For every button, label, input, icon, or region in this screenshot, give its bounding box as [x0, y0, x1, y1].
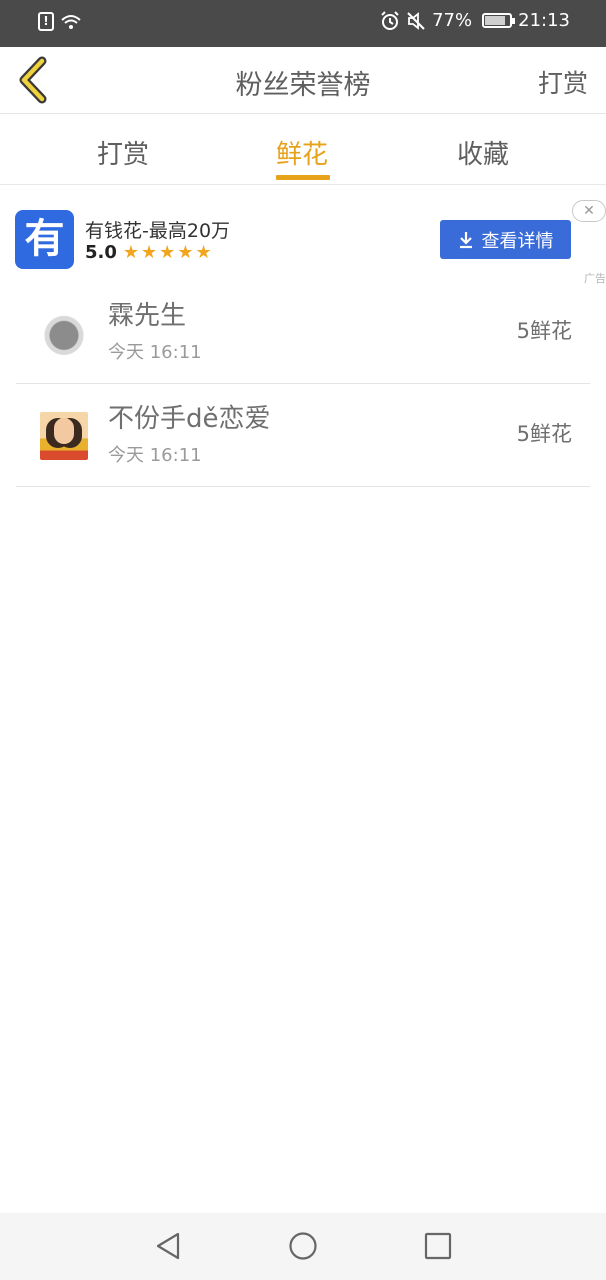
battery-percent: 77% — [432, 10, 473, 31]
ad-rating-score: 5.0 — [85, 242, 117, 263]
back-triangle-icon[interactable] — [154, 1231, 184, 1261]
list-item-name: 霖先生 — [108, 301, 187, 331]
status-right: 77% 21:13 — [380, 10, 570, 31]
ad-close-button[interactable]: ✕ — [572, 200, 606, 222]
ad-banner[interactable]: 有 有钱花-最高20万 5.0 ★ ★ ★ ★ ★ 查看详情 ✕ 广告 — [0, 186, 606, 285]
download-icon — [459, 231, 472, 248]
ad-view-details-button[interactable]: 查看详情 — [440, 220, 571, 259]
app-header: 粉丝荣誉榜 打赏 — [0, 47, 606, 114]
list-item-time: 今天 16:11 — [108, 342, 202, 363]
battery-icon — [482, 13, 516, 28]
star-icon: ★ — [177, 242, 194, 263]
tab-reward[interactable]: 打赏 — [97, 134, 149, 171]
alert-icon: ! — [38, 12, 54, 31]
ad-rating: 5.0 ★ ★ ★ ★ ★ — [85, 242, 212, 263]
star-icon: ★ — [141, 242, 158, 263]
ad-title[interactable]: 有钱花-最高20万 — [85, 216, 230, 243]
star-icon: ★ — [195, 242, 212, 263]
active-tab-indicator — [276, 175, 330, 180]
list-item[interactable]: 不份手dě恋爱 今天 16:11 5鲜花 — [16, 384, 590, 487]
star-icon: ★ — [122, 242, 140, 263]
mute-icon — [407, 11, 425, 30]
tab-bar: 打赏 鲜花 收藏 — [0, 114, 606, 185]
reward-action-button[interactable]: 打赏 — [538, 64, 588, 100]
wifi-icon — [61, 14, 81, 29]
fan-list: 霖先生 今天 16:11 5鲜花 不份手dě恋爱 今天 16:11 5鲜花 — [0, 281, 606, 487]
status-left: ! — [38, 12, 82, 31]
list-item-time: 今天 16:11 — [108, 445, 202, 466]
avatar[interactable] — [40, 309, 88, 357]
status-bar: ! 77% 21:13 — [0, 0, 606, 47]
star-icon: ★ — [159, 242, 176, 263]
recents-square-icon[interactable] — [423, 1231, 453, 1261]
battery-fill — [485, 16, 506, 25]
tab-favorites[interactable]: 收藏 — [457, 134, 509, 171]
page-title: 粉丝荣誉榜 — [235, 70, 371, 101]
avatar[interactable] — [40, 412, 88, 460]
tab-flowers[interactable]: 鲜花 — [276, 134, 328, 171]
status-time: 21:13 — [518, 10, 570, 31]
ad-cta-label: 查看详情 — [481, 230, 554, 252]
system-nav-bar — [0, 1213, 606, 1280]
list-item-name: 不份手dě恋爱 — [108, 404, 271, 434]
list-item-amount: 5鲜花 — [516, 422, 572, 446]
list-item[interactable]: 霖先生 今天 16:11 5鲜花 — [16, 281, 590, 384]
alarm-icon — [381, 10, 399, 30]
home-circle-icon[interactable] — [288, 1231, 318, 1261]
ad-app-logo[interactable]: 有 — [15, 210, 74, 269]
list-item-amount: 5鲜花 — [516, 319, 572, 343]
avatar-face — [54, 418, 74, 444]
